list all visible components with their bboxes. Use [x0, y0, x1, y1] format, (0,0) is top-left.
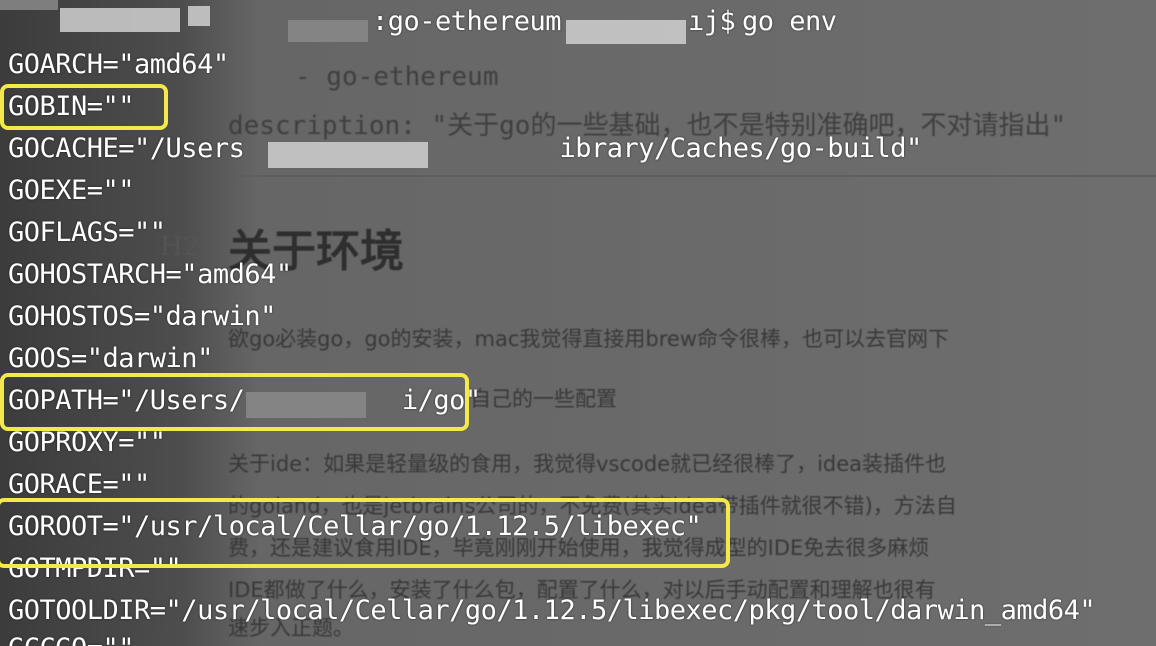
redaction-block — [268, 142, 428, 168]
env-line-goproxy: GOPROXY="" — [8, 427, 166, 458]
prompt-host: :go-ethereum — [372, 6, 562, 37]
env-line-gohostarch: GOHOSTARCH="amd64" — [8, 259, 292, 290]
env-line-goos: GOOS="darwin" — [8, 343, 213, 374]
terminal-output: :go-ethereum ıj$ go env GOARCH="amd64" G… — [0, 0, 1156, 646]
env-line-gotooldir: GOTOOLDIR="/usr/local/Cellar/go/1.12.5/l… — [8, 595, 1096, 626]
highlight-gobin — [0, 84, 168, 130]
env-line-gohostos: GOHOSTOS="darwin" — [8, 301, 276, 332]
env-line-goexe: GOEXE="" — [8, 175, 135, 206]
prompt-suffix: ıj$ — [688, 6, 736, 37]
env-line-gorace: GORACE="" — [8, 469, 150, 500]
env-line-gocache: GOCACHE="/Users ibrary/Caches/go-build" — [8, 133, 922, 164]
env-line-goarch: GOARCH="amd64" — [8, 49, 229, 80]
redaction-block — [288, 20, 368, 42]
highlight-goroot — [0, 498, 730, 568]
env-line-gccgo: GCCGO="" — [8, 633, 135, 646]
redaction-block — [60, 8, 180, 32]
env-line-goflags: GOFLAGS="" — [8, 217, 166, 248]
command-text: go env — [742, 6, 837, 37]
redaction-block — [0, 0, 58, 10]
redaction-block — [188, 6, 210, 26]
highlight-gopath — [0, 373, 469, 431]
redaction-block — [566, 20, 686, 44]
